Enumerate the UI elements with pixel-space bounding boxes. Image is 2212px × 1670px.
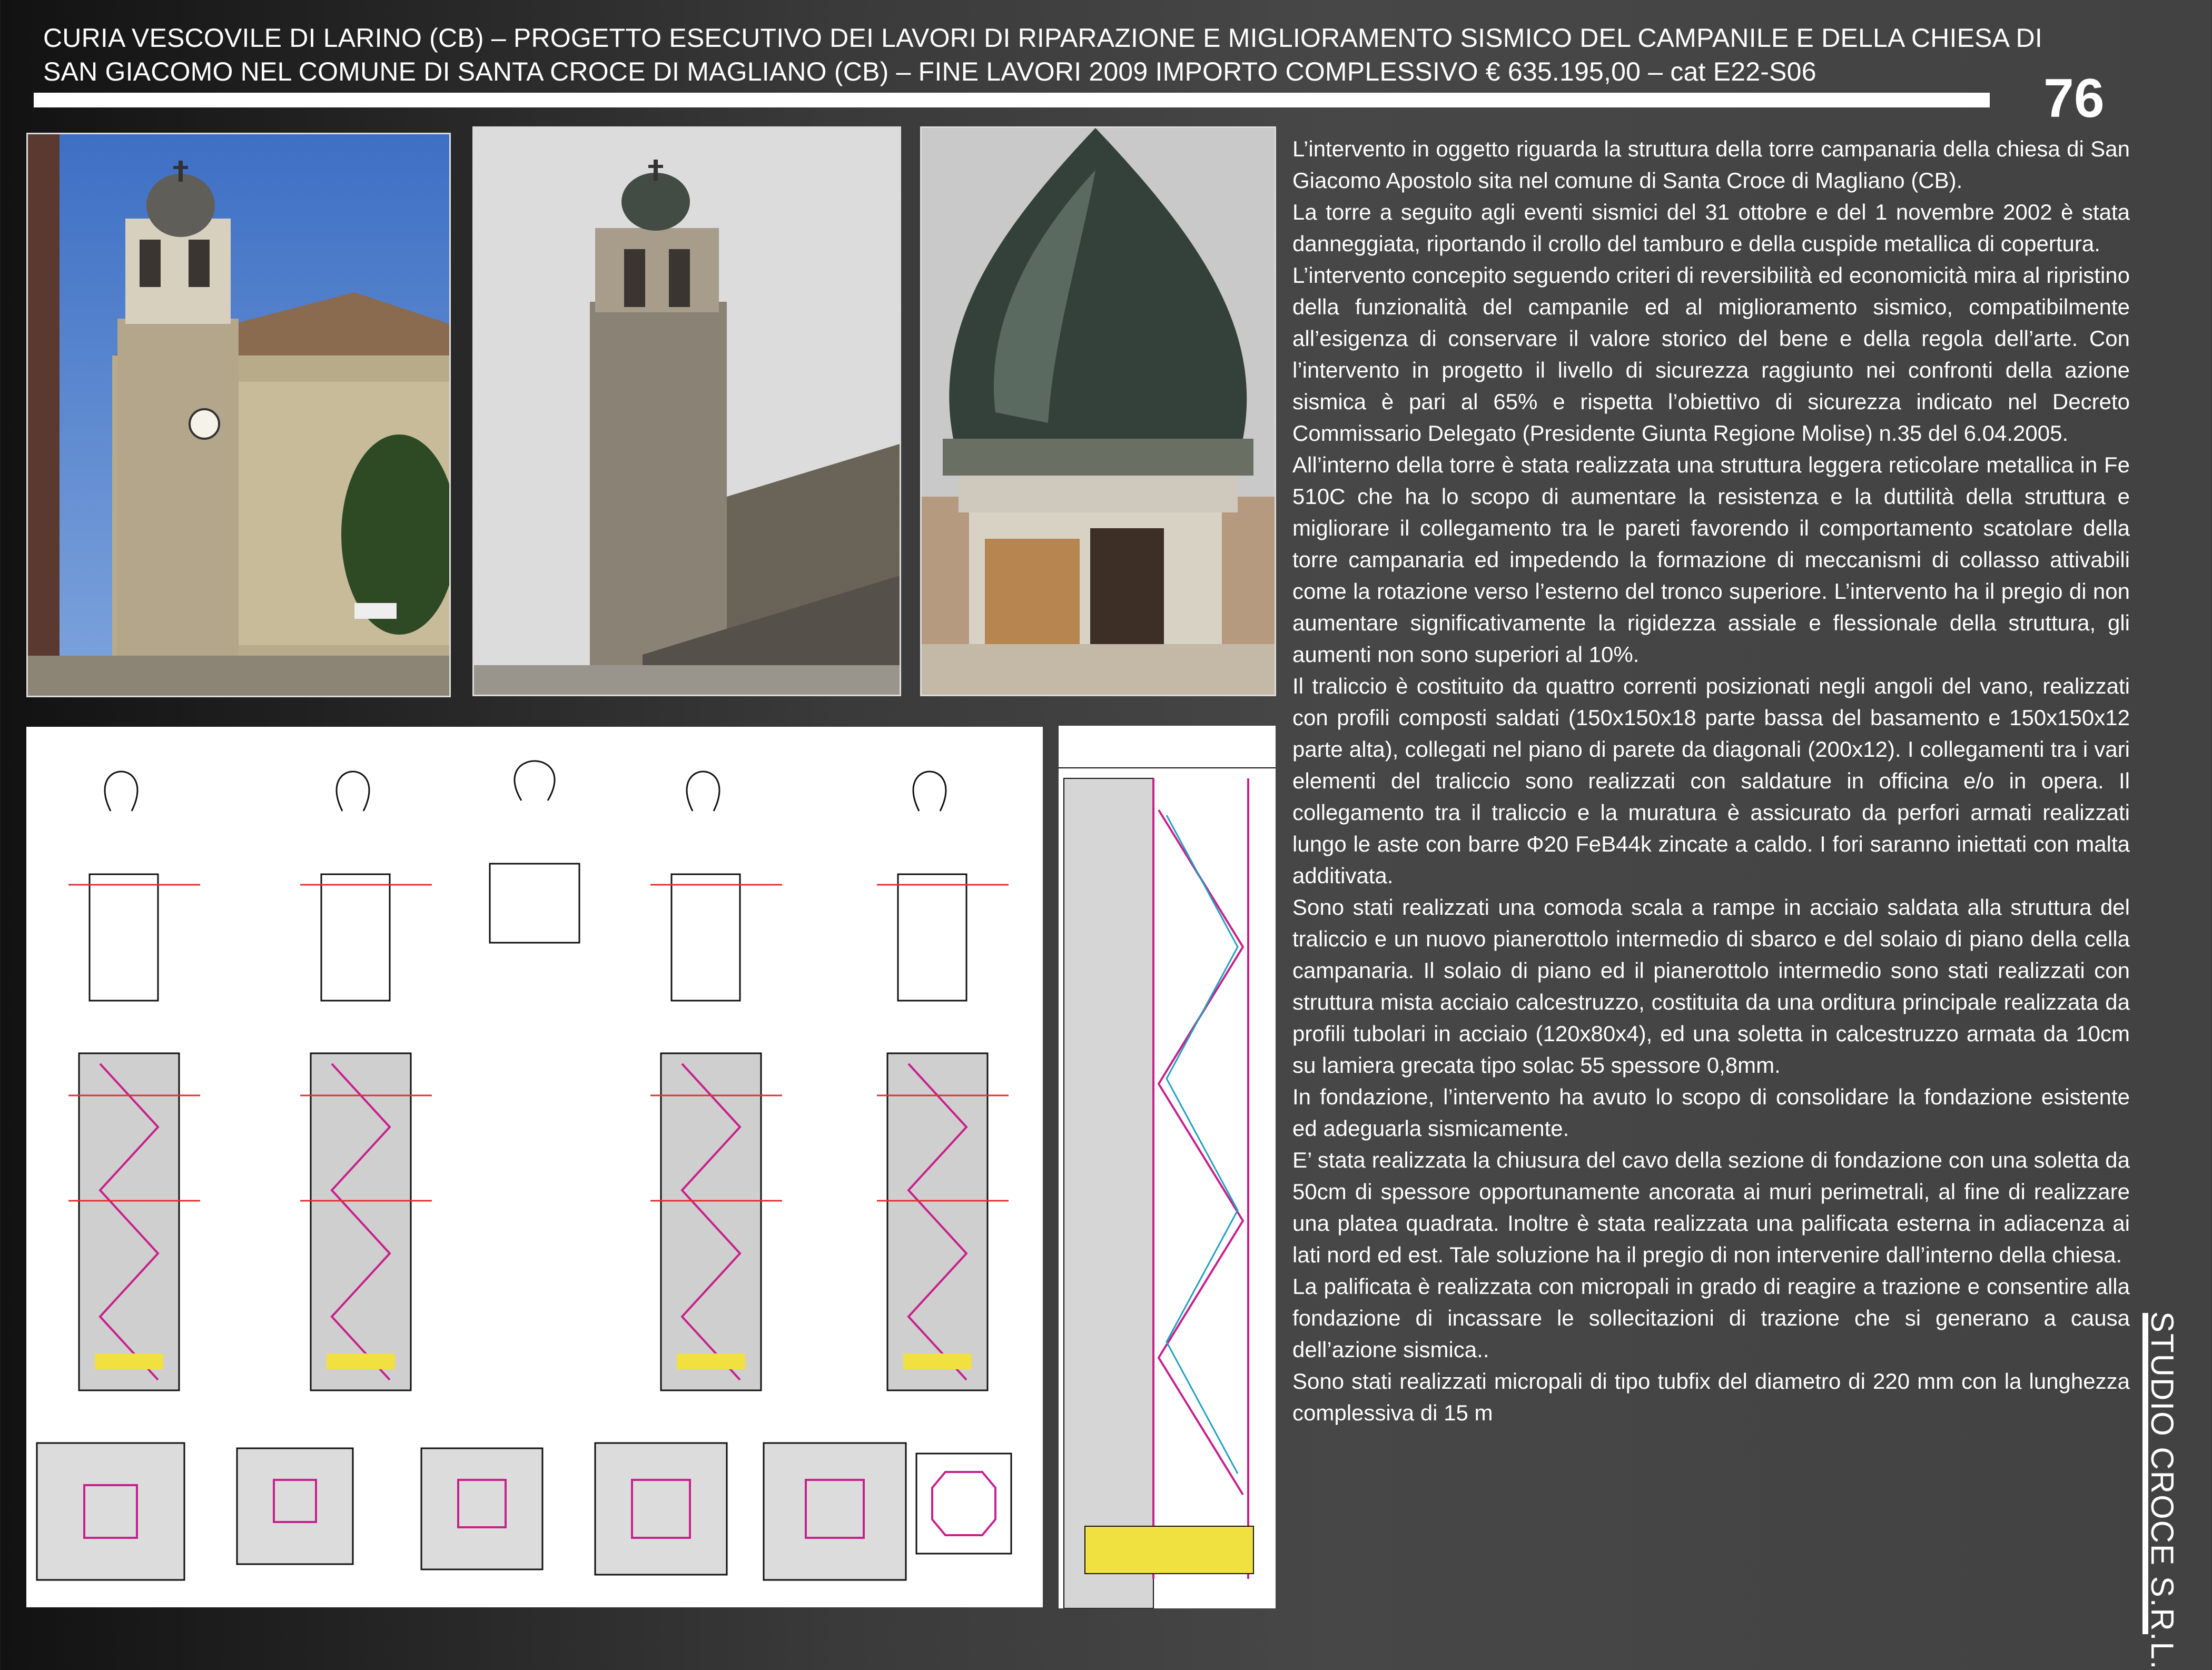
paragraph-intro: L’intervento in oggetto riguarda la stru… [1292,136,2130,193]
title-underline [34,93,1990,107]
paragraph-piles: La palificata è realizzata con micropali… [1292,1274,2130,1362]
project-description: L’intervento in oggetto riguarda la stru… [1292,133,2130,1429]
page-title: CURIA VESCOVILE DI LARINO (CB) – PROGETT… [43,21,2042,88]
paragraph-truss-structure: All’interno della torre è stata realizza… [1292,452,2130,667]
photo-2-illustration [474,128,900,695]
damaged-cupola-photo [920,126,1276,696]
paragraph-damage: La torre a seguito agli eventi sismici d… [1292,200,2130,256]
paragraph-micropiles: Sono stati realizzati micropali di tipo … [1292,1369,2130,1425]
tower-section-drawings [26,727,1043,1607]
stair-drawing-illustration [1059,726,1276,1608]
studio-name: STUDIO CROCE S.R.L. [2145,1311,2180,1670]
paragraph-stairs: Sono stati realizzati una comoda scala a… [1292,895,2130,1078]
bell-tower-photo-overcast [472,126,901,696]
bell-tower-photo-sunny [26,133,451,697]
title-line-1: CURIA VESCOVILE DI LARINO (CB) – PROGETT… [43,23,2042,53]
photo-1-illustration [28,134,449,696]
photo-3-illustration [922,128,1275,695]
paragraph-foundation-slab: E’ stata realizzata la chiusura del cavo… [1292,1148,2130,1267]
page-number: 76 [2043,68,2105,129]
paragraph-intervention-criteria: L’intervento concepito seguendo criteri … [1292,263,2130,446]
section-drawings-illustration [36,760,1012,1581]
title-line-2: SAN GIACOMO NEL COMUNE DI SANTA CROCE DI… [43,57,1816,86]
stair-section-drawing [1059,726,1276,1608]
paragraph-foundation: In fondazione, l’intervento ha avuto lo … [1292,1084,2130,1141]
paragraph-truss-details: Il traliccio è costituito da quattro cor… [1292,674,2130,888]
